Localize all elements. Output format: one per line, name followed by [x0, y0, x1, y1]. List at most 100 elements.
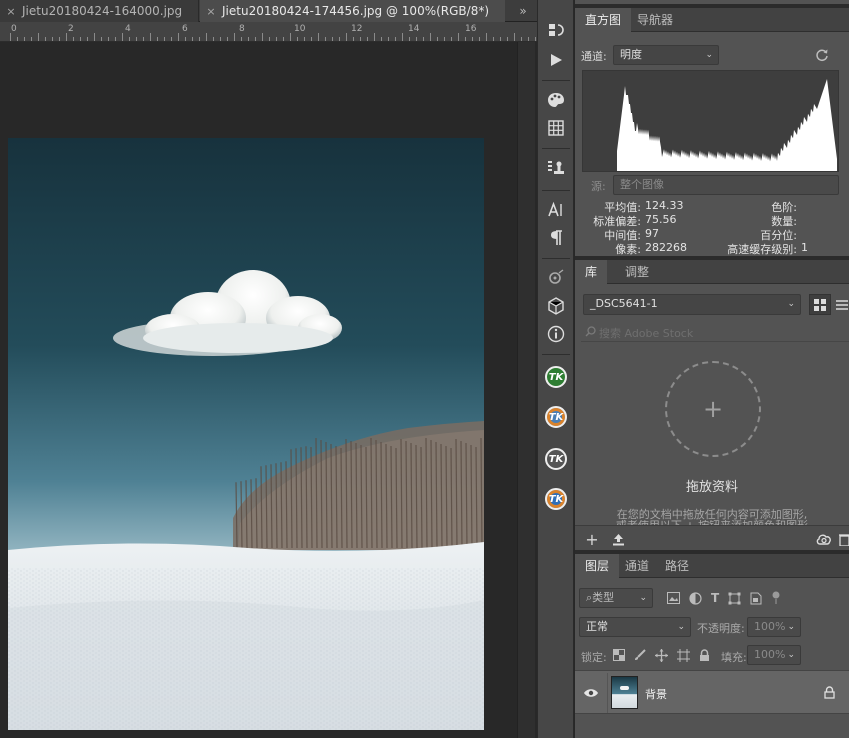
ruler-tick [325, 37, 326, 41]
ruler-label: 0 [11, 24, 17, 34]
ruler-tick [367, 37, 368, 41]
paragraph-icon[interactable] [543, 226, 569, 250]
ruler-tick [255, 37, 256, 41]
clone-source-icon[interactable] [543, 156, 569, 180]
source-select[interactable]: 整个图像 [613, 175, 839, 195]
filter-pixel-icon[interactable] [667, 592, 680, 604]
filter-adjustment-icon[interactable] [689, 591, 702, 605]
ruler-tick [185, 37, 186, 41]
lock-brush-icon[interactable] [634, 649, 646, 661]
ruler-tick [38, 33, 39, 41]
lock-move-icon[interactable] [655, 648, 668, 662]
ruler-tick [52, 37, 53, 41]
ruler-tick [409, 37, 410, 41]
vertical-scrollbar[interactable] [517, 42, 535, 738]
tk-panel-blue-icon[interactable]: TK [543, 486, 569, 512]
tk-panel-orange-icon[interactable]: TK [543, 404, 569, 430]
visibility-eye-icon[interactable] [581, 683, 601, 703]
tk-panel-gray-icon[interactable]: TK [543, 446, 569, 472]
blend-mode-select[interactable]: 正常 ⌄ [579, 617, 691, 637]
ruler-tick [311, 37, 312, 41]
ruler-tick [465, 37, 466, 41]
channel-select[interactable]: 明度 ⌄ [613, 45, 719, 65]
filter-shape-icon[interactable] [728, 592, 741, 605]
ruler-label: 14 [408, 24, 420, 34]
fill-label: 填充: [721, 651, 747, 664]
more-tabs-icon[interactable]: » [512, 0, 534, 22]
ruler-tick [423, 37, 424, 41]
horizontal-ruler[interactable]: 0 2 4 6 8 10 12 14 16 [0, 22, 537, 42]
chevron-down-icon: ⌄ [677, 622, 685, 632]
histogram-stats: 平均值: 124.33 标准偏差: 75.56 中间值: 97 像素: 2822… [575, 197, 849, 257]
swatches-palette-icon[interactable] [543, 88, 569, 112]
ruler-tick [339, 37, 340, 41]
tab-channels[interactable]: 通道 [615, 554, 659, 578]
ruler-label: 8 [239, 24, 245, 34]
layer-row-background[interactable]: 背景 [575, 670, 849, 714]
ruler-tick [395, 37, 396, 41]
channel-select-value: 明度 [620, 48, 642, 61]
filter-smart-object-icon[interactable] [750, 592, 762, 605]
ruler-tick [157, 37, 158, 41]
cache-level-label: 高速缓存级别: [727, 243, 797, 256]
tk-panel-green-icon[interactable]: TK [543, 364, 569, 390]
lock-all-icon[interactable] [699, 648, 710, 662]
add-icon[interactable]: + [583, 530, 601, 549]
ruler-tick [507, 37, 508, 41]
history-icon[interactable] [543, 18, 569, 42]
close-icon[interactable]: × [204, 1, 218, 22]
library-select[interactable]: _DSC5641-1 ⌄ [583, 294, 801, 315]
ruler-tick [444, 37, 445, 41]
document-tab-1[interactable]: × Jietu20180424-164000.jpg [0, 0, 199, 22]
drop-zone-add-icon[interactable]: + [665, 361, 761, 457]
ruler-tick [521, 37, 522, 41]
creative-cloud-icon[interactable] [815, 530, 833, 548]
fill-input[interactable]: 100% ⌄ [747, 645, 801, 665]
upload-icon[interactable] [609, 530, 627, 548]
opacity-input[interactable]: 100% ⌄ [747, 617, 801, 637]
document-tab-2[interactable]: × Jietu20180424-174456.jpg @ 100%(RGB/8*) [200, 0, 505, 22]
median-value: 97 [645, 227, 659, 240]
grid-icon[interactable] [543, 116, 569, 140]
ruler-tick [31, 37, 32, 41]
tab-library[interactable]: 库 [575, 260, 608, 284]
document-tab-bar: × Jietu20180424-164000.jpg × Jietu20180424… [0, 0, 537, 22]
lock-artboard-icon[interactable] [677, 648, 690, 662]
ruler-tick [234, 33, 235, 41]
stock-search-box[interactable]: 搜索 Adobe Stock [581, 322, 849, 342]
tab-layers[interactable]: 图层 [575, 554, 620, 578]
document-canvas[interactable] [0, 42, 517, 738]
tab-adjustments[interactable]: 调整 [615, 260, 659, 284]
ruler-tick [171, 37, 172, 41]
info-icon[interactable] [543, 322, 569, 346]
properties-icon[interactable] [543, 266, 569, 290]
list-view-icon[interactable] [835, 294, 849, 315]
lock-transparent-icon[interactable] [613, 649, 625, 661]
tab-paths[interactable]: 路径 [655, 554, 699, 578]
ruler-tick [94, 33, 95, 41]
opacity-value: 100% [754, 620, 786, 633]
3d-cube-icon[interactable] [543, 294, 569, 318]
trash-icon[interactable] [839, 530, 849, 548]
std-value: 75.56 [645, 213, 677, 226]
cache-level-value: 1 [801, 241, 808, 254]
tab-navigator[interactable]: 导航器 [627, 8, 683, 32]
ruler-tick [73, 37, 74, 41]
filter-toggle-icon[interactable] [771, 591, 781, 605]
character-icon[interactable] [543, 198, 569, 222]
ruler-tick [297, 37, 298, 41]
layer-filter-select[interactable]: ⌕类型 ⌄ [579, 588, 653, 608]
histogram-panel-tabs: 直方图 导航器 [575, 8, 849, 32]
filter-type-icon[interactable]: T [711, 591, 719, 605]
ruler-tick [192, 37, 193, 41]
ruler-tick [290, 33, 291, 41]
play-action-icon[interactable] [543, 48, 569, 72]
ruler-tick [416, 37, 417, 41]
ruler-tick [241, 37, 242, 41]
close-icon[interactable]: × [4, 1, 18, 22]
refresh-icon[interactable] [813, 46, 831, 64]
ruler-tick [108, 37, 109, 41]
grid-view-icon[interactable] [809, 294, 831, 315]
ruler-tick [45, 37, 46, 41]
tab-histogram[interactable]: 直方图 [575, 8, 632, 32]
